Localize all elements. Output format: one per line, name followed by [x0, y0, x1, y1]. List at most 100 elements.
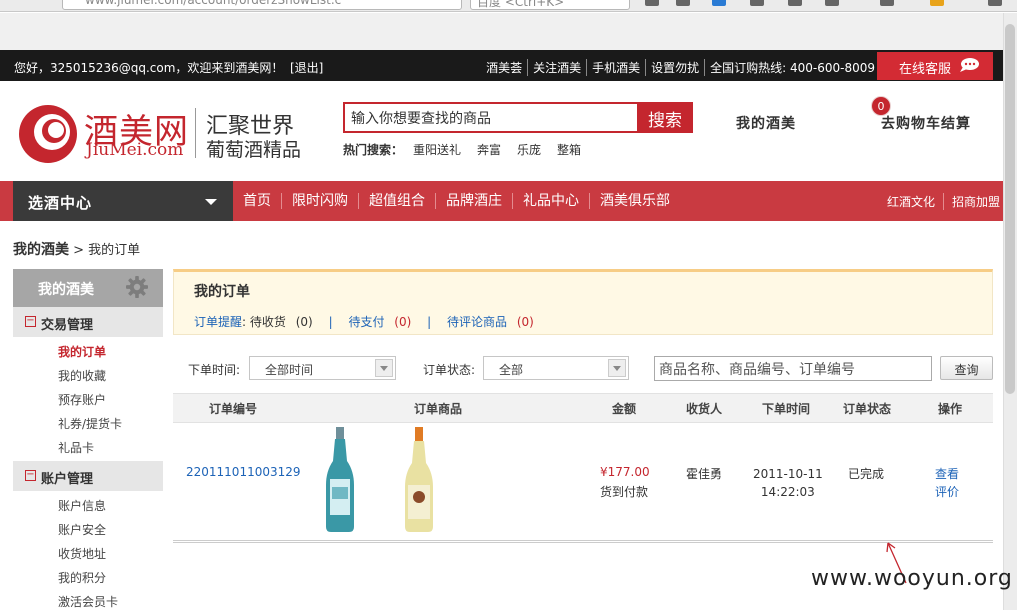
remind-receive: 待收货 — [249, 315, 286, 329]
hotline-text: 全国订购热线: 400-600-8009 — [710, 61, 875, 75]
review-order-link[interactable]: 评价 — [935, 483, 959, 500]
hot-search-item[interactable]: 奔富 — [477, 141, 501, 158]
top-link-dnd[interactable]: 设置勿扰 — [646, 59, 706, 76]
breadcrumb-root[interactable]: 我的酒美 — [13, 242, 69, 258]
hot-search-item[interactable]: 整箱 — [557, 141, 581, 158]
collapse-icon[interactable]: − — [25, 316, 36, 327]
watermark: www.wooyun.org — [811, 566, 1013, 591]
remind-pay-link[interactable]: 待支付 — [348, 315, 384, 329]
sidebar-item-my-orders[interactable]: 我的订单 — [58, 343, 106, 360]
order-time-select[interactable]: 全部时间 — [249, 356, 396, 380]
pocket-icon[interactable] — [712, 0, 726, 6]
nav-item-flash-sale[interactable]: 限时闪购 — [282, 193, 359, 209]
nav-link-wine-culture[interactable]: 红酒文化 — [879, 193, 944, 210]
my-jiumei-link[interactable]: 我的酒美 — [736, 113, 796, 133]
product-bottle-white[interactable] — [402, 427, 436, 533]
welcome-text: 您好，325015236@qq.com，欢迎来到酒美网！ — [14, 61, 284, 75]
col-receiver: 收货人 — [686, 402, 723, 416]
chat-bubble-icon — [960, 58, 979, 72]
reading-list-icon[interactable] — [676, 0, 690, 6]
breadcrumb-current: 我的订单 — [88, 243, 141, 258]
nav-item-club[interactable]: 酒美俱乐部 — [590, 193, 680, 209]
logo-domain[interactable]: JiuMei.com — [86, 140, 183, 160]
sidebar-item-prepaid[interactable]: 预存账户 — [58, 391, 106, 408]
hot-search-item[interactable]: 乐庞 — [517, 141, 541, 158]
order-id-link[interactable]: 220111011003129 — [186, 465, 301, 479]
slogan-divider — [195, 108, 196, 158]
category-menu-button[interactable]: 选酒中心 — [13, 181, 233, 221]
sidebar-item-points[interactable]: 我的积分 — [58, 569, 106, 586]
top-link-jiumeihui[interactable]: 酒美荟 — [481, 59, 529, 76]
sidebar-item-activate-card[interactable]: 激活会员卡 — [58, 593, 118, 610]
sidebar-item-favorites[interactable]: 我的收藏 — [58, 367, 106, 384]
order-amount: ¥177.00 — [600, 465, 650, 479]
address-bar[interactable]: www.jiumei.com/account/orderzShowList.c — [62, 0, 462, 10]
bookmark-star-icon[interactable] — [645, 0, 659, 6]
slogan-line-2: 葡萄酒精品 — [206, 139, 302, 161]
remind-receive-count: (0) — [295, 315, 313, 329]
remind-colon: : — [242, 315, 247, 329]
search-button[interactable]: 搜索 — [637, 102, 693, 133]
order-status: 已完成 — [848, 467, 885, 481]
top-link-follow[interactable]: 关注酒美 — [528, 59, 588, 76]
dropdown-arrow-icon[interactable] — [608, 359, 626, 377]
hot-search-list: 重阳送礼 奔富 乐庞 整箱 — [413, 141, 581, 158]
logo-ring-icon[interactable] — [16, 102, 80, 166]
remind-label: 订单提醒 — [194, 315, 243, 329]
menu-icon[interactable] — [988, 0, 1002, 6]
logout-link[interactable]: [退出] — [290, 59, 323, 76]
order-reminders: 订单提醒: 待收货 (0) | 待支付 (0) | 待评论商品 (0) — [194, 315, 534, 329]
sidebar-item-coupons[interactable]: 礼券/提货卡 — [58, 415, 122, 432]
order-status-label: 订单状态: — [423, 363, 476, 377]
breadcrumb: 我的酒美 > 我的订单 — [13, 239, 140, 259]
toolbar-icon-a[interactable] — [750, 0, 764, 6]
order-status-value: 全部 — [499, 363, 524, 377]
remind-review-link[interactable]: 待评论商品 — [447, 315, 507, 329]
order-time-value: 全部时间 — [265, 363, 314, 377]
payment-method: 货到付款 — [600, 485, 649, 499]
nav-right-links: 红酒文化 招商加盟 — [879, 193, 1000, 210]
page-top-spacer — [0, 13, 1003, 50]
order-search-input[interactable]: 商品名称、商品编号、订单编号 — [654, 356, 932, 381]
nav-item-gifts[interactable]: 礼品中心 — [513, 193, 590, 209]
order-datetime: 2011-10-11 14:22:03 — [753, 465, 823, 501]
hot-search-label: 热门搜索： — [343, 143, 404, 157]
toolbar-icon-c[interactable] — [825, 0, 839, 6]
top-links: 酒美荟 关注酒美 手机酒美 设置勿扰 全国订购热线: 400-600-8009 — [481, 59, 875, 76]
nav-item-combos[interactable]: 超值组合 — [359, 193, 436, 209]
top-bar: 您好，325015236@qq.com，欢迎来到酒美网！ [退出] 酒美荟 关注… — [0, 50, 1003, 81]
scrollbar-thumb[interactable] — [1005, 24, 1015, 394]
remind-pay-count: (0) — [394, 315, 412, 329]
search-input[interactable]: 输入你想要查找的商品 — [343, 102, 637, 133]
top-link-mobile[interactable]: 手机酒美 — [587, 59, 647, 76]
toolbar-icon-d[interactable] — [880, 0, 894, 6]
receiver-name: 霍佳勇 — [686, 467, 723, 481]
sidebar-item-account-security[interactable]: 账户安全 — [58, 521, 106, 538]
sidebar-item-account-info[interactable]: 账户信息 — [58, 497, 106, 514]
dropdown-arrow-icon[interactable] — [375, 359, 393, 377]
nav-link-franchise[interactable]: 招商加盟 — [944, 193, 1000, 210]
table-row — [173, 423, 993, 543]
addon-icon[interactable] — [930, 0, 944, 6]
collapse-icon[interactable]: − — [25, 470, 36, 481]
hot-search-item[interactable]: 重阳送礼 — [413, 141, 461, 158]
remind-review-count: (0) — [516, 315, 534, 329]
browser-search-field[interactable]: 百度 <Ctrl+K> — [470, 0, 630, 10]
sidebar-item-address[interactable]: 收货地址 — [58, 545, 106, 562]
order-time-label: 下单时间: — [188, 363, 241, 377]
sidebar-item-gift-card[interactable]: 礼品卡 — [58, 439, 94, 456]
order-date: 2011-10-11 — [753, 467, 823, 481]
order-time: 14:22:03 — [760, 485, 815, 499]
page-title: 我的订单 — [194, 284, 250, 300]
cart-checkout-link[interactable]: 去购物车结算 — [881, 113, 971, 133]
nav-item-brands[interactable]: 品牌酒庄 — [436, 193, 513, 209]
chevron-down-icon[interactable] — [205, 199, 217, 205]
view-order-link[interactable]: 查看 — [935, 465, 959, 482]
product-bottle-blue[interactable] — [323, 427, 357, 533]
toolbar-icon-b[interactable] — [788, 0, 802, 6]
col-products: 订单商品 — [414, 402, 463, 416]
order-status-select[interactable]: 全部 — [483, 356, 629, 380]
query-button[interactable]: 查询 — [940, 356, 993, 380]
nav-item-home[interactable]: 首页 — [233, 193, 282, 209]
col-order-time: 下单时间 — [762, 402, 811, 416]
